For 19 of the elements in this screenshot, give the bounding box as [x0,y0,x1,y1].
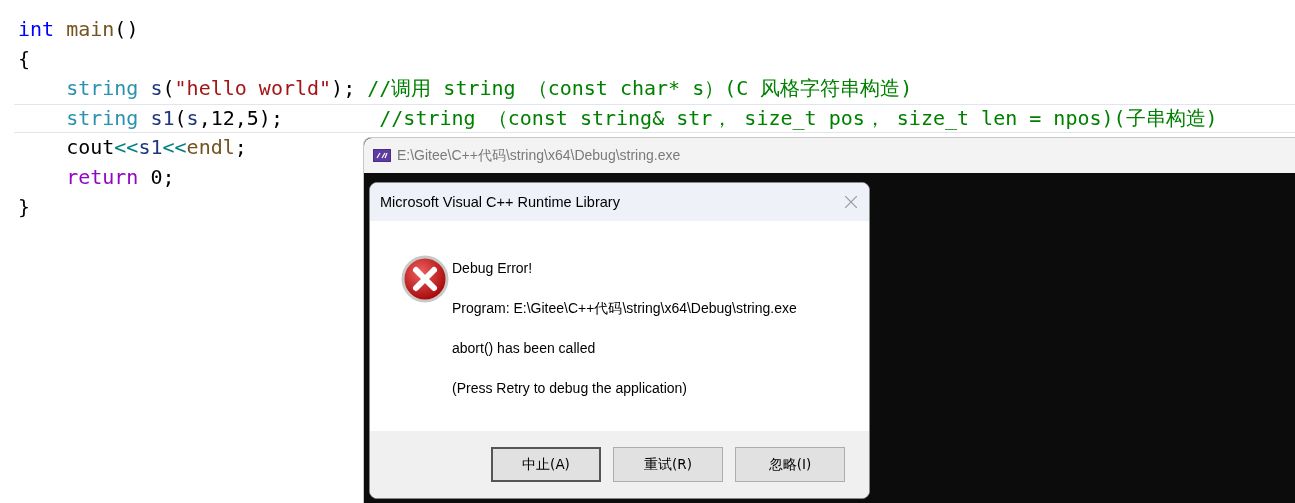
code-line: cout<<s1<<endl; [65,134,247,162]
dialog-message: Program: E:\Gitee\C++代码\string\x64\Debug\string.exe [452,299,797,317]
dialog-message: (Press Retry to debug the application) [452,379,688,397]
error-icon [401,255,449,303]
code-line: { [17,45,31,73]
close-icon[interactable] [845,196,857,208]
dialog-button[interactable]: 重试(R) [613,447,723,482]
code-line: } [17,193,31,221]
code-line: return 0; [65,163,175,191]
window-title: E:\Gitee\C++代码\string\x64\Debug\string.exe [397,146,681,165]
code-line: string s("hello world"); //调用 string （const char* s）(C 风格字符串构造) [65,75,913,103]
dialog-title: Microsoft Visual C++ Runtime Library [380,194,620,210]
console-icon [373,149,391,162]
code-line: string s1(s,12,5); //string （const string& str， size_t pos， size_t len = npos)(子串构造) [65,104,1218,132]
code-line: int main() [17,16,139,43]
dialog-message: abort() has been called [452,339,597,357]
dialog-button[interactable]: 忽略(I) [735,447,845,482]
dialog-message: Debug Error! [452,259,534,277]
dialog-button[interactable]: 中止(A) [491,447,601,482]
